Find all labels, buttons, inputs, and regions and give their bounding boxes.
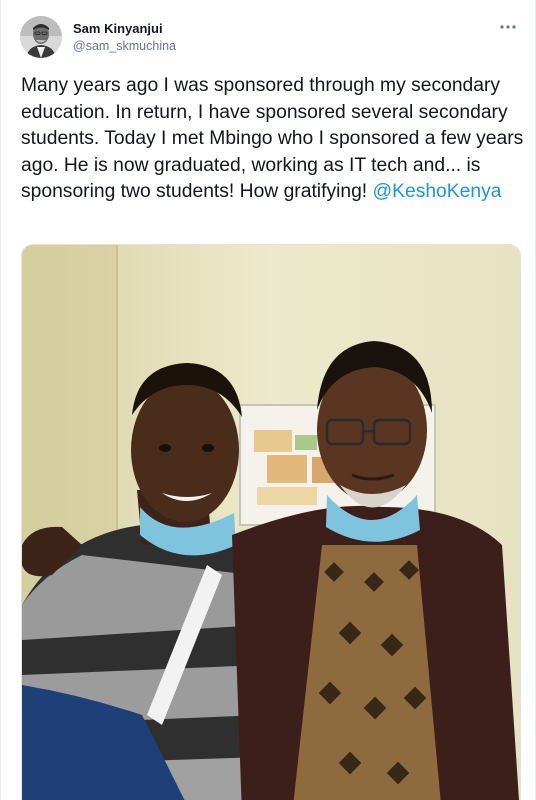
more-dots-icon[interactable] <box>499 20 517 32</box>
tweet-card: Sam Kinyanjui @sam_skmuchina Many years … <box>0 0 536 800</box>
author-names: Sam Kinyanjui @sam_skmuchina <box>73 21 176 54</box>
tweet-text: Many years ago I was sponsored through m… <box>21 73 526 206</box>
avatar[interactable] <box>20 16 62 58</box>
mention-link[interactable]: @KeshoKenya <box>373 181 502 202</box>
photo-two-men-icon <box>22 245 520 800</box>
tweet-photo[interactable] <box>21 244 521 800</box>
profile-photo-icon <box>20 16 62 58</box>
user-handle[interactable]: @sam_skmuchina <box>73 38 176 54</box>
tweet-header: Sam Kinyanjui @sam_skmuchina <box>20 16 519 60</box>
display-name[interactable]: Sam Kinyanjui <box>73 21 176 37</box>
